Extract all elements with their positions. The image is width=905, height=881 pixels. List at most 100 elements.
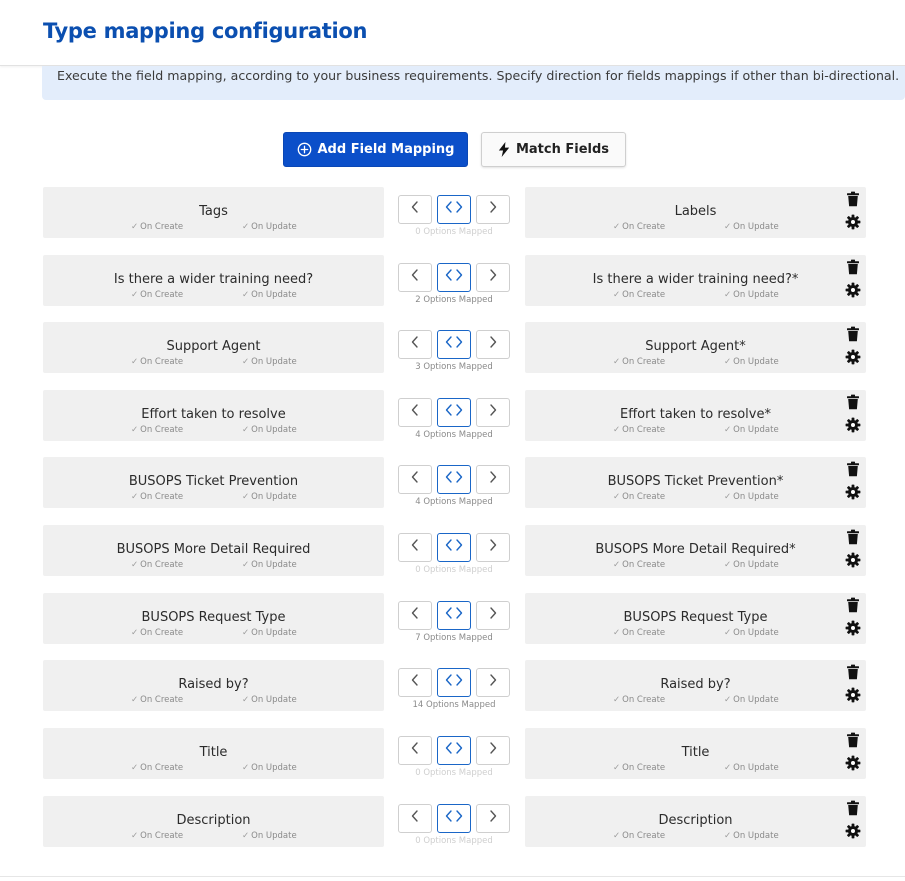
gear-icon[interactable] (845, 417, 861, 433)
source-field[interactable]: BUSOPS Request Type ✓ On Create ✓ On Updat… (43, 593, 384, 644)
direction-left-button[interactable] (398, 330, 432, 359)
on-update-indicator[interactable]: ✓ On Update (724, 222, 779, 232)
gear-icon[interactable] (845, 552, 861, 568)
trash-icon[interactable] (845, 326, 861, 342)
direction-right-button[interactable] (476, 804, 510, 833)
trash-icon[interactable] (845, 732, 861, 748)
on-create-indicator[interactable]: ✓ On Create (613, 357, 665, 367)
target-field[interactable]: Description ✓ On Create ✓ On Update (525, 796, 866, 847)
target-field[interactable]: BUSOPS More Detail Required* ✓ On Create … (525, 525, 866, 576)
gear-icon[interactable] (845, 484, 861, 500)
on-create-indicator[interactable]: ✓ On Create (131, 831, 183, 841)
target-field[interactable]: Support Agent* ✓ On Create ✓ On Update (525, 322, 866, 373)
direction-left-button[interactable] (398, 465, 432, 494)
direction-right-button[interactable] (476, 668, 510, 697)
target-field[interactable]: Labels ✓ On Create ✓ On Update (525, 187, 866, 238)
trash-icon[interactable] (845, 461, 861, 477)
target-field[interactable]: BUSOPS Request Type ✓ On Create ✓ On Updat… (525, 593, 866, 644)
on-update-indicator[interactable]: ✓ On Update (242, 492, 297, 502)
options-mapped-count[interactable]: 0 Options Mapped (398, 768, 510, 778)
options-mapped-count[interactable]: 0 Options Mapped (398, 227, 510, 237)
on-update-indicator[interactable]: ✓ On Update (724, 560, 779, 570)
direction-left-button[interactable] (398, 398, 432, 427)
on-create-indicator[interactable]: ✓ On Create (131, 628, 183, 638)
source-field[interactable]: Tags ✓ On Create ✓ On Update (43, 187, 384, 238)
direction-bidirectional-button[interactable] (437, 533, 471, 562)
on-update-indicator[interactable]: ✓ On Update (724, 763, 779, 773)
on-update-indicator[interactable]: ✓ On Update (724, 628, 779, 638)
on-update-indicator[interactable]: ✓ On Update (724, 425, 779, 435)
on-update-indicator[interactable]: ✓ On Update (724, 695, 779, 705)
direction-bidirectional-button[interactable] (437, 804, 471, 833)
options-mapped-count[interactable]: 2 Options Mapped (398, 295, 510, 305)
direction-left-button[interactable] (398, 195, 432, 224)
on-create-indicator[interactable]: ✓ On Create (131, 763, 183, 773)
add-field-mapping-button[interactable]: Add Field Mapping (283, 132, 468, 167)
direction-bidirectional-button[interactable] (437, 195, 471, 224)
on-update-indicator[interactable]: ✓ On Update (242, 290, 297, 300)
options-mapped-count[interactable]: 7 Options Mapped (398, 633, 510, 643)
target-field[interactable]: Raised by? ✓ On Create ✓ On Update (525, 660, 866, 711)
options-mapped-count[interactable]: 0 Options Mapped (398, 836, 510, 846)
direction-bidirectional-button[interactable] (437, 398, 471, 427)
direction-bidirectional-button[interactable] (437, 601, 471, 630)
on-create-indicator[interactable]: ✓ On Create (131, 290, 183, 300)
target-field[interactable]: Effort taken to resolve* ✓ On Create ✓ On … (525, 390, 866, 441)
gear-icon[interactable] (845, 823, 861, 839)
options-mapped-count[interactable]: 4 Options Mapped (398, 497, 510, 507)
on-update-indicator[interactable]: ✓ On Update (724, 492, 779, 502)
direction-left-button[interactable] (398, 736, 432, 765)
on-update-indicator[interactable]: ✓ On Update (242, 357, 297, 367)
direction-right-button[interactable] (476, 398, 510, 427)
source-field[interactable]: Description ✓ On Create ✓ On Update (43, 796, 384, 847)
on-update-indicator[interactable]: ✓ On Update (242, 222, 297, 232)
on-update-indicator[interactable]: ✓ On Update (242, 425, 297, 435)
direction-right-button[interactable] (476, 263, 510, 292)
on-update-indicator[interactable]: ✓ On Update (242, 695, 297, 705)
direction-right-button[interactable] (476, 195, 510, 224)
target-field[interactable]: Title ✓ On Create ✓ On Update (525, 728, 866, 779)
gear-icon[interactable] (845, 755, 861, 771)
direction-bidirectional-button[interactable] (437, 736, 471, 765)
on-create-indicator[interactable]: ✓ On Create (613, 425, 665, 435)
on-create-indicator[interactable]: ✓ On Create (613, 695, 665, 705)
on-update-indicator[interactable]: ✓ On Update (724, 290, 779, 300)
on-create-indicator[interactable]: ✓ On Create (131, 222, 183, 232)
on-create-indicator[interactable]: ✓ On Create (131, 695, 183, 705)
source-field[interactable]: Raised by? ✓ On Create ✓ On Update (43, 660, 384, 711)
on-create-indicator[interactable]: ✓ On Create (131, 560, 183, 570)
on-create-indicator[interactable]: ✓ On Create (613, 763, 665, 773)
on-create-indicator[interactable]: ✓ On Create (613, 628, 665, 638)
direction-right-button[interactable] (476, 465, 510, 494)
direction-right-button[interactable] (476, 533, 510, 562)
trash-icon[interactable] (845, 800, 861, 816)
source-field[interactable]: Title ✓ On Create ✓ On Update (43, 728, 384, 779)
source-field[interactable]: Effort taken to resolve ✓ On Create ✓ On U… (43, 390, 384, 441)
gear-icon[interactable] (845, 282, 861, 298)
target-field[interactable]: Is there a wider training need?* ✓ On Cre… (525, 255, 866, 306)
source-field[interactable]: Is there a wider training need? ✓ On Crea… (43, 255, 384, 306)
trash-icon[interactable] (845, 664, 861, 680)
on-create-indicator[interactable]: ✓ On Create (131, 357, 183, 367)
options-mapped-count[interactable]: 0 Options Mapped (398, 565, 510, 575)
direction-left-button[interactable] (398, 533, 432, 562)
direction-bidirectional-button[interactable] (437, 330, 471, 359)
trash-icon[interactable] (845, 394, 861, 410)
gear-icon[interactable] (845, 214, 861, 230)
on-create-indicator[interactable]: ✓ On Create (613, 492, 665, 502)
trash-icon[interactable] (845, 259, 861, 275)
direction-bidirectional-button[interactable] (437, 668, 471, 697)
direction-left-button[interactable] (398, 668, 432, 697)
on-create-indicator[interactable]: ✓ On Create (613, 222, 665, 232)
direction-left-button[interactable] (398, 263, 432, 292)
gear-icon[interactable] (845, 620, 861, 636)
source-field[interactable]: Support Agent ✓ On Create ✓ On Update (43, 322, 384, 373)
on-create-indicator[interactable]: ✓ On Create (613, 831, 665, 841)
direction-left-button[interactable] (398, 804, 432, 833)
trash-icon[interactable] (845, 529, 861, 545)
on-create-indicator[interactable]: ✓ On Create (613, 290, 665, 300)
on-create-indicator[interactable]: ✓ On Create (131, 425, 183, 435)
on-update-indicator[interactable]: ✓ On Update (242, 763, 297, 773)
gear-icon[interactable] (845, 349, 861, 365)
source-field[interactable]: BUSOPS More Detail Required ✓ On Create ✓… (43, 525, 384, 576)
